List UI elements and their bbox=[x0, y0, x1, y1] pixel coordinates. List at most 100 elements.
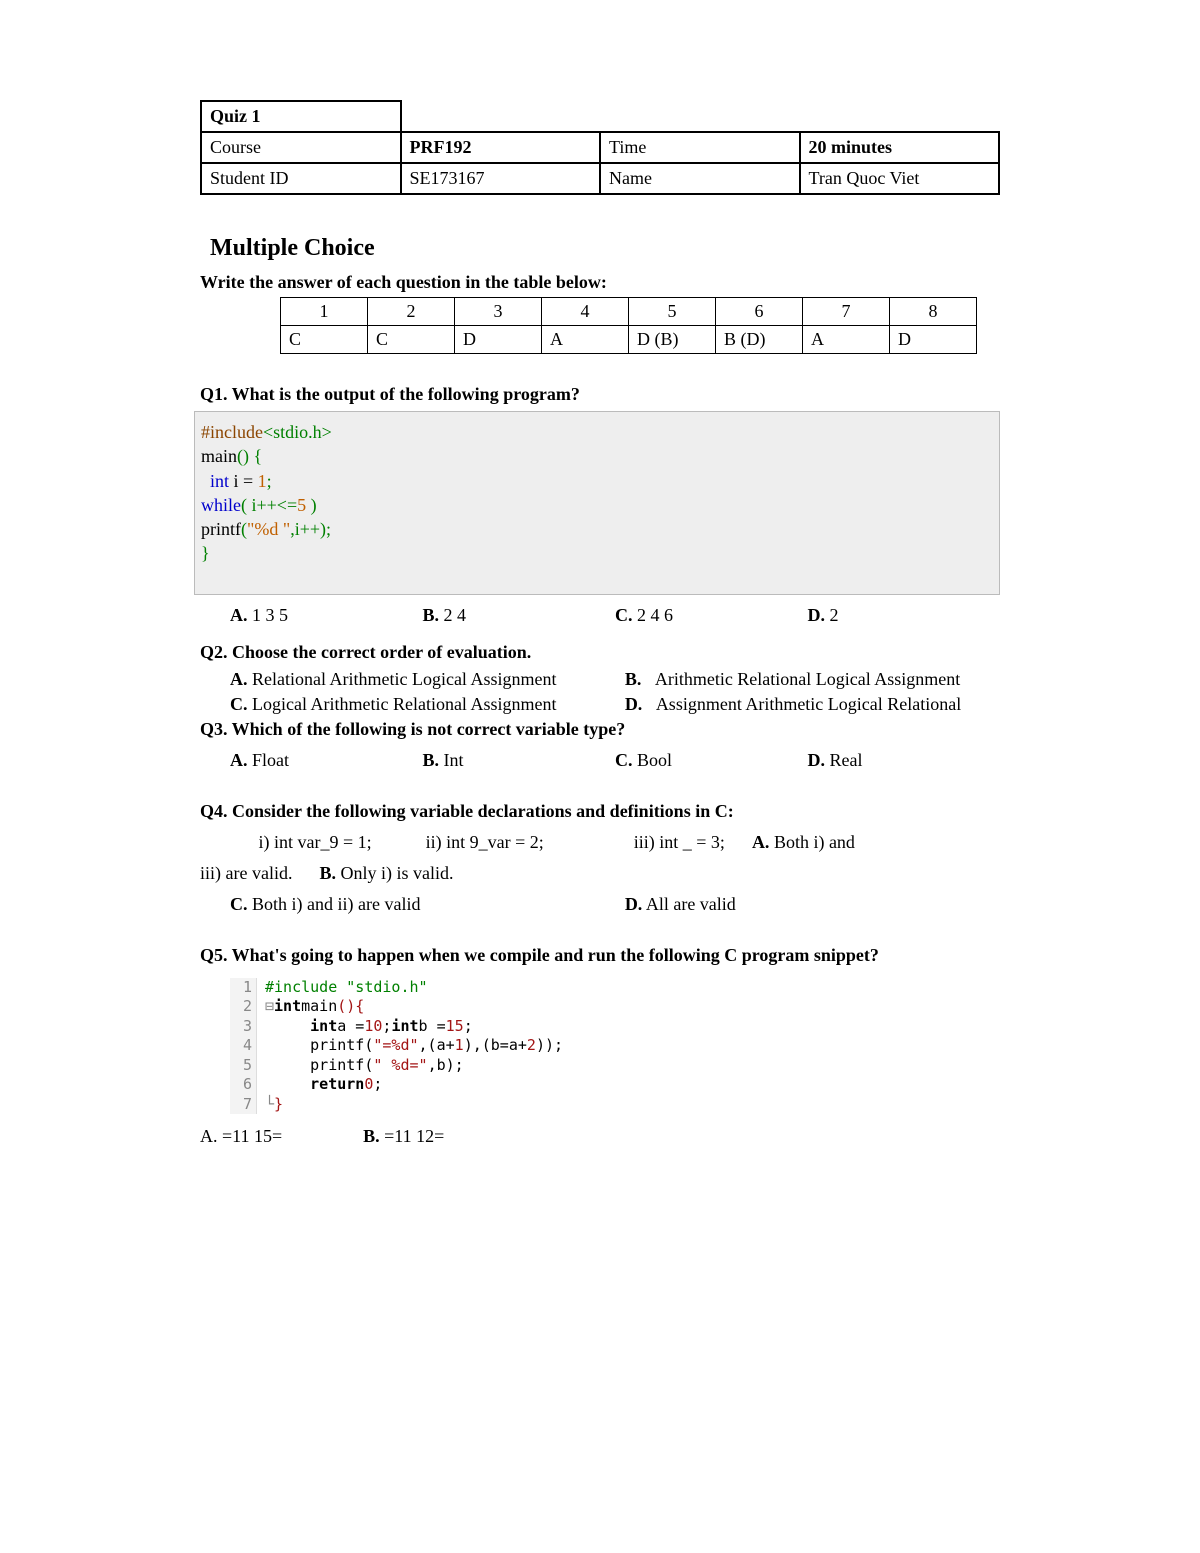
q2-b: Arithmetic Relational Logical Assignment bbox=[655, 669, 960, 689]
code-token: "=%d" bbox=[373, 1036, 418, 1056]
name-label: Name bbox=[600, 163, 800, 194]
opt-label: B. bbox=[319, 863, 336, 883]
code-token: ) bbox=[306, 495, 317, 515]
q5-a-label: A. bbox=[200, 1126, 218, 1146]
q4-line2: iii) are valid. B. Only i) is valid. bbox=[200, 863, 1000, 884]
opt-label: B. bbox=[423, 750, 440, 770]
q3-options: A. Float B. Int C. Bool D. Real bbox=[230, 750, 1000, 771]
opt-label: A. bbox=[230, 669, 248, 689]
code-token: 15 bbox=[446, 1017, 464, 1037]
ans-head: 2 bbox=[368, 298, 455, 326]
q1-a: 1 3 5 bbox=[252, 605, 288, 625]
q4-ii: ii) int 9_var = 2; bbox=[426, 832, 544, 852]
code-token: ,b); bbox=[428, 1056, 464, 1076]
name-value: Tran Quoc Viet bbox=[800, 163, 1000, 194]
q2-c: Logical Arithmetic Relational Assignment bbox=[252, 694, 556, 714]
code-token: ),(b=a+ bbox=[464, 1036, 527, 1056]
code-token: while bbox=[201, 495, 241, 515]
course-value: PRF192 bbox=[401, 132, 601, 163]
opt-label: D. bbox=[625, 894, 643, 914]
ans-head: 5 bbox=[629, 298, 716, 326]
code-token: ; bbox=[382, 1017, 391, 1037]
code-token: ; bbox=[267, 471, 272, 491]
ans-head: 6 bbox=[716, 298, 803, 326]
q1-title: Q1. What is the output of the following … bbox=[200, 384, 1000, 405]
code-token: () { bbox=[237, 446, 262, 466]
code-token: (){ bbox=[337, 997, 364, 1017]
ans-cell: A bbox=[542, 326, 629, 354]
ans-head: 4 bbox=[542, 298, 629, 326]
opt-label: D. bbox=[625, 694, 643, 714]
ans-head: 1 bbox=[281, 298, 368, 326]
opt-label: D. bbox=[808, 605, 826, 625]
ans-cell: C bbox=[368, 326, 455, 354]
opt-label: B. bbox=[363, 1126, 380, 1146]
q4-iii: iii) int _ = 3; bbox=[634, 832, 725, 852]
ans-cell: D bbox=[890, 326, 977, 354]
code-token: ( i++<= bbox=[241, 495, 297, 515]
code-token: )); bbox=[536, 1036, 563, 1056]
q1-c: 2 4 6 bbox=[637, 605, 673, 625]
q5-options: A. =11 15= B. =11 12= bbox=[200, 1126, 1000, 1147]
ans-cell: B (D) bbox=[716, 326, 803, 354]
code-token: 0 bbox=[364, 1075, 373, 1095]
opt-label: A. bbox=[230, 750, 248, 770]
opt-label: D. bbox=[808, 750, 826, 770]
section-heading: Multiple Choice bbox=[210, 235, 1000, 262]
code-token: main bbox=[201, 446, 237, 466]
ans-cell: C bbox=[281, 326, 368, 354]
ans-head: 8 bbox=[890, 298, 977, 326]
opt-label: A. bbox=[230, 605, 248, 625]
q3-b: Int bbox=[444, 750, 464, 770]
opt-label: C. bbox=[230, 694, 248, 714]
q3-c: Bool bbox=[637, 750, 672, 770]
time-value: 20 minutes bbox=[800, 132, 1000, 163]
sid-label: Student ID bbox=[201, 163, 401, 194]
code-token: ; bbox=[464, 1017, 473, 1037]
q4-b: Only i) is valid. bbox=[340, 863, 453, 883]
instruction: Write the answer of each question in the… bbox=[200, 272, 1000, 293]
q2-a: Relational Arithmetic Logical Assignment bbox=[252, 669, 556, 689]
code-token: <stdio.h> bbox=[263, 422, 332, 442]
quiz-document: Quiz 1 Course PRF192 Time 20 minutes Stu… bbox=[100, 0, 1100, 1207]
code-line: #include "stdio.h" bbox=[265, 978, 428, 998]
code-token: 10 bbox=[364, 1017, 382, 1037]
code-token: int bbox=[210, 471, 229, 491]
code-token: int bbox=[310, 1017, 337, 1037]
blank bbox=[401, 101, 1000, 132]
q4-a-cont: iii) are valid. bbox=[200, 863, 292, 883]
opt-label: A. bbox=[752, 832, 770, 852]
header-table: Quiz 1 Course PRF192 Time 20 minutes Stu… bbox=[200, 100, 1000, 195]
ans-head: 7 bbox=[803, 298, 890, 326]
code-token: #include bbox=[201, 422, 263, 442]
q4-a-part: Both i) and bbox=[774, 832, 855, 852]
q4-d: All are valid bbox=[646, 894, 736, 914]
code-token: int bbox=[274, 997, 301, 1017]
course-label: Course bbox=[201, 132, 401, 163]
code-token: } bbox=[274, 1095, 283, 1115]
code-token: printf( bbox=[310, 1056, 373, 1076]
q1-options: A. 1 3 5 B. 2 4 C. 2 4 6 D. 2 bbox=[230, 605, 1000, 626]
opt-label: C. bbox=[615, 750, 633, 770]
q1-b: 2 4 bbox=[444, 605, 467, 625]
quiz-title: Quiz 1 bbox=[201, 101, 401, 132]
q3-title: Q3. Which of the following is not correc… bbox=[200, 719, 1000, 740]
ans-cell: D bbox=[455, 326, 542, 354]
code-token: b = bbox=[419, 1017, 446, 1037]
q4-c: Both i) and ii) are valid bbox=[252, 894, 420, 914]
code-token: main bbox=[301, 997, 337, 1017]
opt-label: B. bbox=[423, 605, 440, 625]
code-token: printf( bbox=[310, 1036, 373, 1056]
code-token: a = bbox=[337, 1017, 364, 1037]
q4-line1: i) int var_9 = 1; ii) int 9_var = 2; iii… bbox=[200, 832, 1000, 853]
code-token: int bbox=[391, 1017, 418, 1037]
ans-cell: A bbox=[803, 326, 890, 354]
q3-d: Real bbox=[830, 750, 863, 770]
sid-value: SE173167 bbox=[401, 163, 601, 194]
code-token: ; bbox=[373, 1075, 382, 1095]
code-token: printf bbox=[201, 519, 241, 539]
ans-cell: D (B) bbox=[629, 326, 716, 354]
q2-row1: A. Relational Arithmetic Logical Assignm… bbox=[200, 669, 1000, 690]
q2-row2: C. Logical Arithmetic Relational Assignm… bbox=[200, 694, 1000, 715]
q4-title: Q4. Consider the following variable decl… bbox=[200, 801, 1000, 822]
